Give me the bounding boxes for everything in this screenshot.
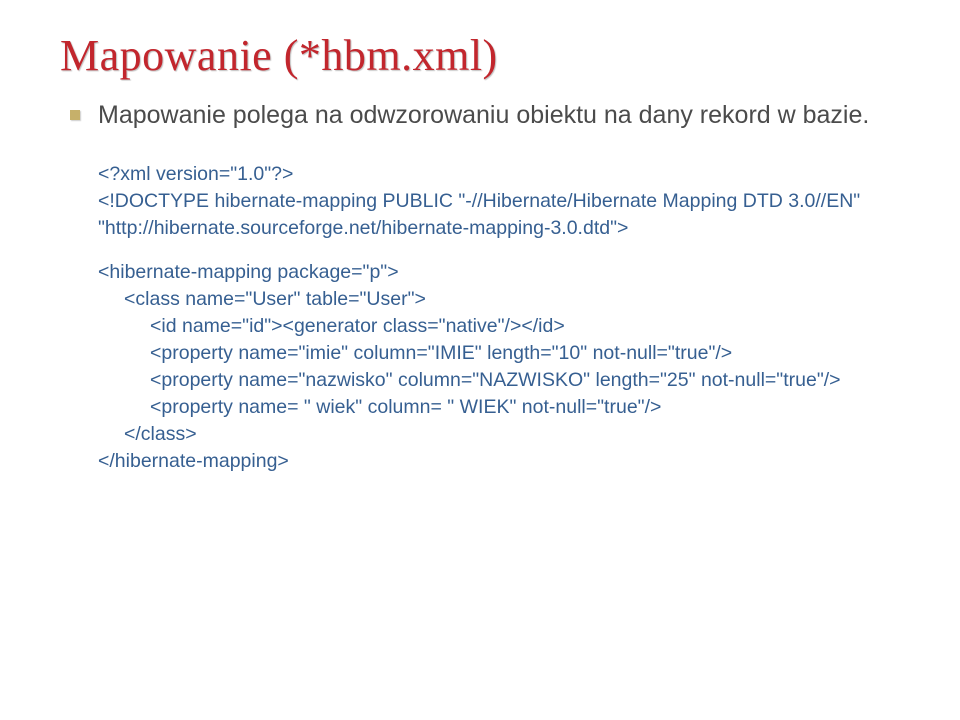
code-line: <property name= " wiek" column= " WIEK" … xyxy=(98,394,900,421)
code-line: "http://hibernate.sourceforge.net/hibern… xyxy=(98,215,900,242)
bullet-icon xyxy=(70,110,80,120)
slide-title: Mapowanie (*hbm.xml) xyxy=(60,30,900,81)
code-line: <!DOCTYPE hibernate-mapping PUBLIC "-//H… xyxy=(98,188,900,215)
intro-text: Mapowanie polega na odwzorowaniu obiektu… xyxy=(98,99,869,133)
code-line: <property name="imie" column="IMIE" leng… xyxy=(98,340,900,367)
code-line: <id name="id"><generator class="native"/… xyxy=(98,313,900,340)
intro-row: Mapowanie polega na odwzorowaniu obiektu… xyxy=(70,99,900,133)
code-line: </class> xyxy=(98,421,900,448)
code-line: <?xml version="1.0"?> xyxy=(98,161,900,188)
code-section-2: <hibernate-mapping package="p"> <class n… xyxy=(98,259,900,474)
code-line: <class name="User" table="User"> xyxy=(98,286,900,313)
code-line: <hibernate-mapping package="p"> xyxy=(98,259,900,286)
slide-page: Mapowanie (*hbm.xml) Mapowanie polega na… xyxy=(0,0,960,720)
code-line: </hibernate-mapping> xyxy=(98,448,900,475)
code-block: <?xml version="1.0"?> <!DOCTYPE hibernat… xyxy=(98,161,900,475)
code-line: <property name="nazwisko" column="NAZWIS… xyxy=(98,367,900,394)
code-section-1: <?xml version="1.0"?> <!DOCTYPE hibernat… xyxy=(98,161,900,242)
